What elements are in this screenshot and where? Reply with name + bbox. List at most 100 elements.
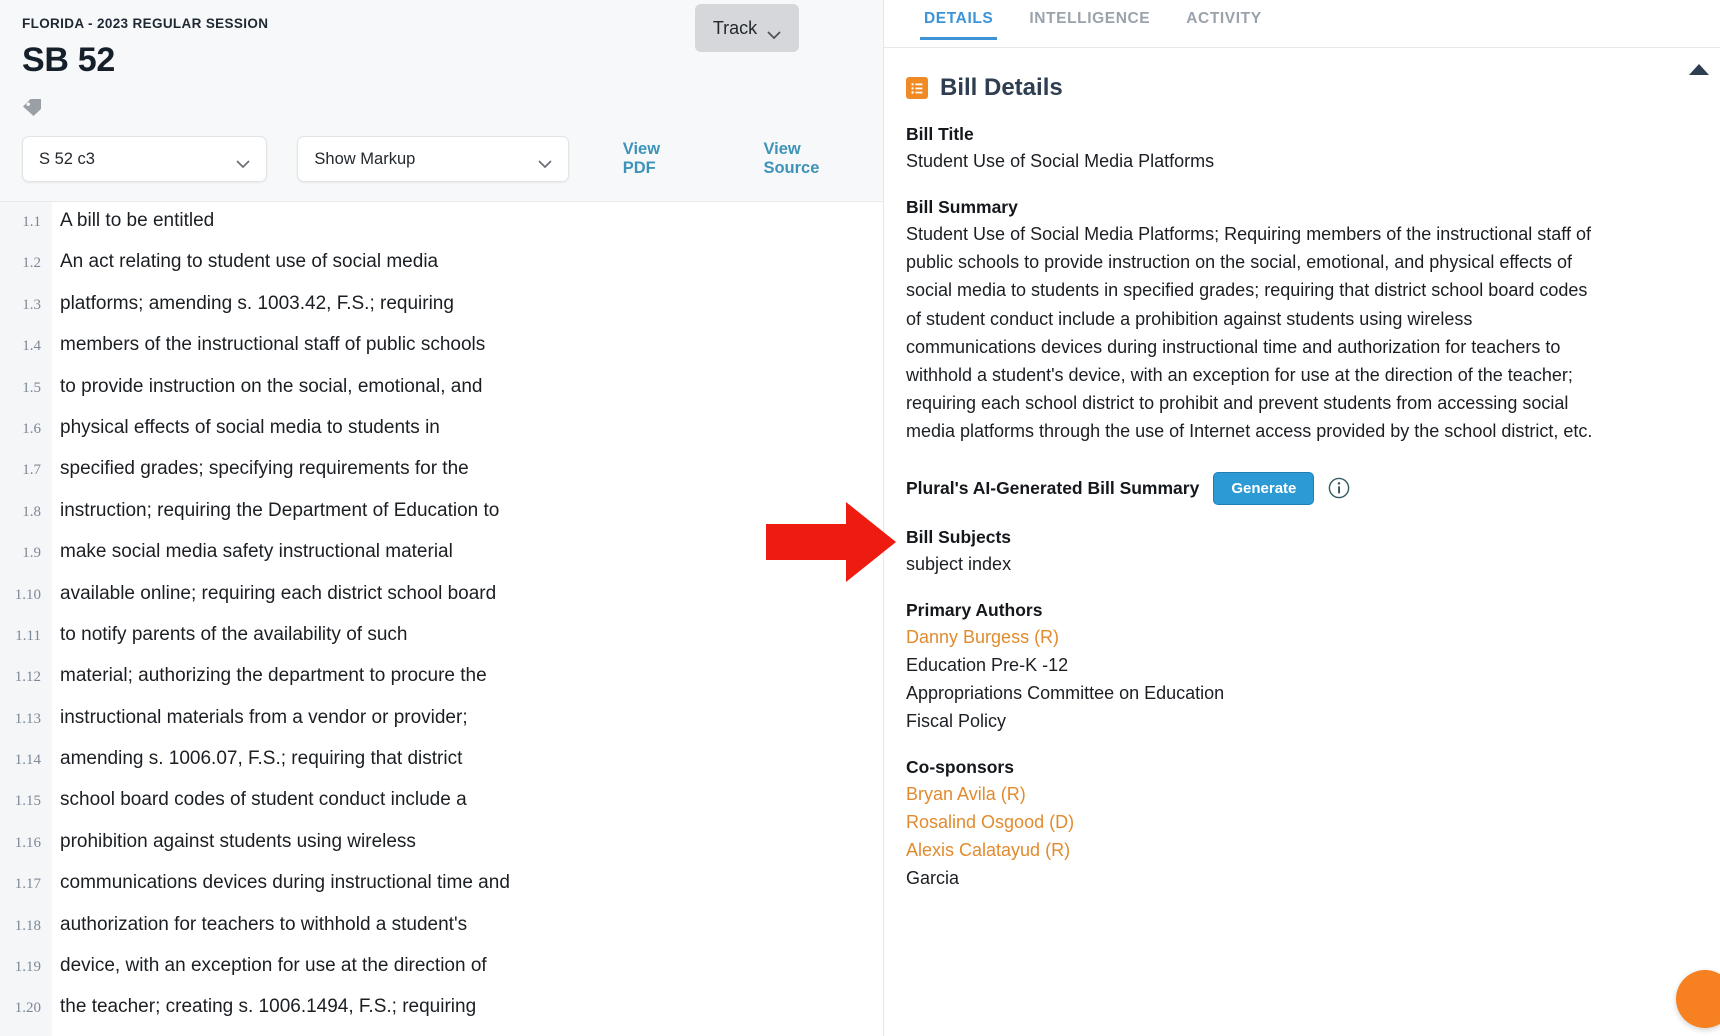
primary-authors-label: Primary Authors [906,600,1690,621]
track-button[interactable]: Track [695,4,799,52]
cosponsors-label: Co-sponsors [906,757,1690,778]
line-number: 1.3 [0,297,50,314]
cosponsors-field: Co-sponsors Bryan Avila (R)Rosalind Osgo… [906,757,1690,892]
line-text: An act relating to student use of social… [50,251,438,273]
line-number: 1.18 [0,918,50,935]
cosponsors-list: Bryan Avila (R)Rosalind Osgood (D)Alexis… [906,780,1690,892]
line-number: 1.2 [0,255,50,272]
markup-select[interactable]: Show Markup [297,136,568,182]
bill-text-lines: 1.1A bill to be entitled1.2An act relati… [0,202,883,1036]
line-number: 1.6 [0,421,50,438]
view-pdf-link[interactable]: View PDF [623,140,698,178]
list-icon [906,77,928,99]
line-number: 1.15 [0,793,50,810]
chevron-down-icon [767,24,781,33]
bill-details-section: Bill Details Bill Title Student Use of S… [884,48,1720,892]
line-number: 1.20 [0,1000,50,1017]
details-panel: DETAILS INTELLIGENCE ACTIVITY Bill Det [884,0,1720,1036]
bill-summary-field: Bill Summary Student Use of Social Media… [906,197,1690,446]
line-text: amending s. 1006.07, F.S.; requiring tha… [50,748,462,770]
line-number: 1.9 [0,545,50,562]
tag-icon[interactable] [22,98,44,116]
bill-text-line: 1.2An act relating to student use of soc… [0,251,883,292]
line-text: platforms; amending s. 1003.42, F.S.; re… [50,293,454,315]
cosponsor-item: Garcia [906,864,1690,892]
bill-text-line: 1.7specified grades; specifying requirem… [0,458,883,499]
line-text: to notify parents of the availability of… [50,624,407,646]
line-number: 1.7 [0,462,50,479]
chevron-down-icon [538,155,552,164]
markup-select-value: Show Markup [314,150,415,169]
bill-text-line: 1.9make social media safety instructiona… [0,541,883,582]
line-number: 1.4 [0,338,50,355]
ai-summary-label: Plural's AI-Generated Bill Summary [906,478,1199,499]
bill-text-line: 1.14amending s. 1006.07, F.S.; requiring… [0,748,883,789]
line-text: the teacher; creating s. 1006.1494, F.S.… [50,996,476,1018]
bill-title-label: Bill Title [906,124,1690,145]
bill-text-line: 1.20the teacher; creating s. 1006.1494, … [0,996,883,1036]
line-number: 1.8 [0,504,50,521]
line-number: 1.16 [0,835,50,852]
bill-title-field: Bill Title Student Use of Social Media P… [906,124,1690,175]
bill-text-line: 1.15school board codes of student conduc… [0,789,883,830]
bill-text-line: 1.16prohibition against students using w… [0,831,883,872]
line-text: instructional materials from a vendor or… [50,707,468,729]
view-source-link[interactable]: View Source [763,140,861,178]
bill-summary-label: Bill Summary [906,197,1690,218]
bill-text-panel: FLORIDA - 2023 REGULAR SESSION SB 52 Tra… [0,0,884,1036]
tab-activity[interactable]: ACTIVITY [1168,0,1279,40]
line-text: device, with an exception for use at the… [50,955,487,977]
version-select-value: S 52 c3 [39,150,95,169]
version-select[interactable]: S 52 c3 [22,136,267,182]
line-number: 1.17 [0,876,50,893]
tab-intelligence[interactable]: INTELLIGENCE [1011,0,1168,40]
bill-subjects-field: Bill Subjects subject index [906,527,1690,578]
bill-text-line: 1.4members of the instructional staff of… [0,334,883,375]
bill-summary-value: Student Use of Social Media Platforms; R… [906,220,1606,446]
line-text: to provide instruction on the social, em… [50,376,482,398]
tab-details[interactable]: DETAILS [906,0,1011,40]
cosponsor-item[interactable]: Bryan Avila (R) [906,780,1690,808]
chevron-down-icon [236,155,250,164]
chevron-up-icon [1688,63,1710,76]
info-icon[interactable] [1328,477,1350,499]
bill-text-line: 1.6physical effects of social media to s… [0,417,883,458]
line-number: 1.12 [0,669,50,686]
help-fab-icon[interactable] [1676,970,1720,1028]
cosponsor-item[interactable]: Alexis Calatayud (R) [906,836,1690,864]
line-text: instruction; requiring the Department of… [50,500,499,522]
line-text: physical effects of social media to stud… [50,417,440,439]
collapse-section-button[interactable] [1686,56,1712,82]
primary-authors-list: Danny Burgess (R)Education Pre-K -12Appr… [906,623,1690,735]
bill-text-line: 1.5to provide instruction on the social,… [0,376,883,417]
line-number: 1.14 [0,752,50,769]
cosponsor-item[interactable]: Rosalind Osgood (D) [906,808,1690,836]
track-button-label: Track [713,18,757,39]
bill-header: FLORIDA - 2023 REGULAR SESSION SB 52 Tra… [0,0,883,202]
line-number-gutter [0,202,52,1036]
bill-text-line: 1.3platforms; amending s. 1003.42, F.S.;… [0,293,883,334]
section-title: Bill Details [940,74,1063,102]
line-text: communications devices during instructio… [50,872,510,894]
bill-text-line: 1.8instruction; requiring the Department… [0,500,883,541]
ai-summary-row: Plural's AI-Generated Bill Summary Gener… [906,472,1690,505]
line-number: 1.19 [0,959,50,976]
bill-text-line: 1.18authorization for teachers to withho… [0,914,883,955]
bill-text-line: 1.12material; authorizing the department… [0,665,883,706]
line-text: make social media safety instructional m… [50,541,453,563]
bill-text-line: 1.17communications devices during instru… [0,872,883,913]
primary-authors-field: Primary Authors Danny Burgess (R)Educati… [906,600,1690,735]
line-text: prohibition against students using wirel… [50,831,416,853]
line-number: 1.5 [0,380,50,397]
primary-author-item: Education Pre-K -12 [906,651,1690,679]
primary-author-item[interactable]: Danny Burgess (R) [906,623,1690,651]
tag-row [22,98,861,120]
bill-subjects-label: Bill Subjects [906,527,1690,548]
line-text: material; authorizing the department to … [50,665,487,687]
line-number: 1.13 [0,711,50,728]
line-number: 1.11 [0,628,50,645]
bill-title-value: Student Use of Social Media Platforms [906,147,1690,175]
bill-text-line: 1.13instructional materials from a vendo… [0,707,883,748]
generate-button[interactable]: Generate [1213,472,1314,505]
line-text: authorization for teachers to withhold a… [50,914,467,936]
